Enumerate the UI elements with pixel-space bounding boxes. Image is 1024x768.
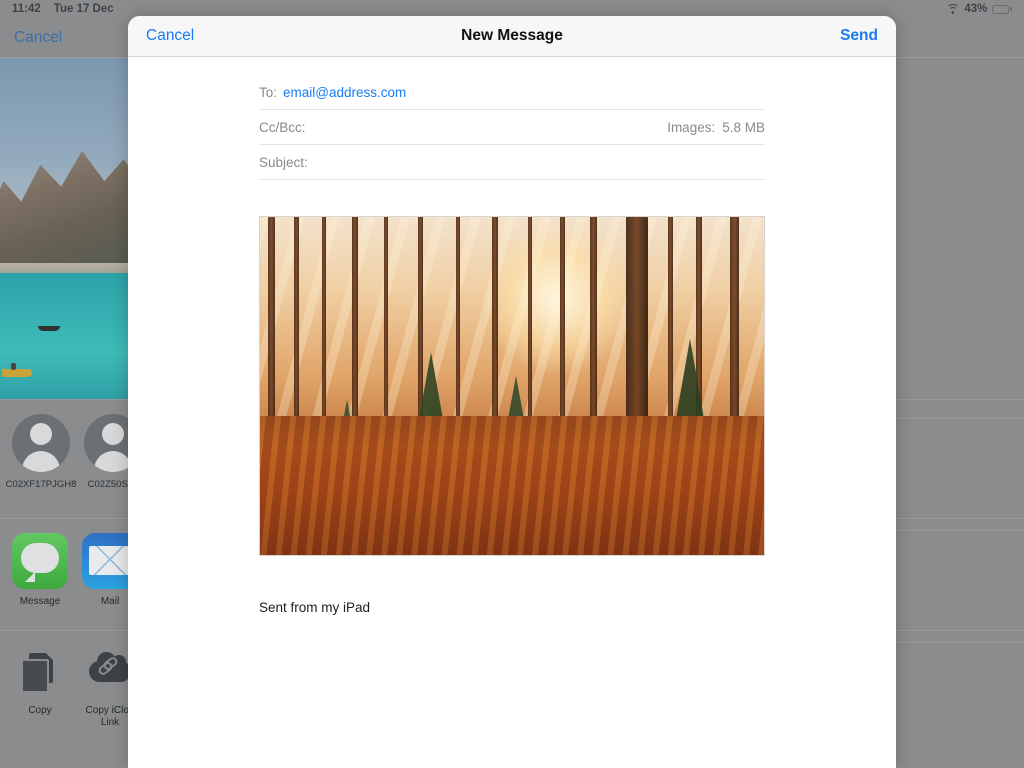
photo-thumbnail[interactable] bbox=[0, 58, 132, 399]
images-size-value: 5.8 MB bbox=[722, 119, 765, 135]
signature-text[interactable]: Sent from my iPad bbox=[128, 556, 896, 615]
new-message-compose-sheet: Cancel New Message Send To: email@addres… bbox=[128, 16, 896, 768]
wifi-icon bbox=[946, 4, 960, 14]
share-sheet-row bbox=[890, 530, 1024, 642]
cancel-button[interactable]: Cancel bbox=[146, 27, 194, 45]
subject-field-row[interactable]: Subject: bbox=[259, 145, 765, 180]
share-app-label: Message bbox=[19, 596, 61, 607]
share-sheet-row bbox=[890, 642, 1024, 754]
ccbcc-field-label: Cc/Bcc: bbox=[259, 119, 306, 135]
airdrop-contact[interactable]: C02XF17PJGH8 bbox=[4, 414, 78, 490]
subject-field-label: Subject: bbox=[259, 154, 308, 170]
share-sheet-cancel-button[interactable]: Cancel bbox=[14, 29, 62, 47]
compose-header: Cancel New Message Send bbox=[128, 16, 896, 57]
to-field-row[interactable]: To: email@address.com bbox=[259, 75, 765, 110]
images-size-indicator: Images: 5.8 MB bbox=[667, 120, 765, 135]
send-button[interactable]: Send bbox=[840, 27, 878, 45]
status-bar-date: Tue 17 Dec bbox=[53, 3, 114, 15]
ccbcc-field-row[interactable]: Cc/Bcc: Images: 5.8 MB bbox=[259, 110, 765, 145]
to-field-label: To: bbox=[259, 84, 278, 100]
airdrop-contact-name: C02XF17PJGH8 bbox=[5, 479, 77, 490]
copy-icon bbox=[13, 645, 67, 699]
ipad-screen: 11:42 Tue 17 Dec 43% Cancel C02XF17PJGH8… bbox=[0, 0, 1024, 768]
images-label: Images: bbox=[667, 119, 716, 135]
status-bar: 11:42 Tue 17 Dec 43% bbox=[0, 0, 1024, 18]
share-action-copy[interactable]: Copy bbox=[1, 645, 79, 717]
battery-icon bbox=[992, 4, 1012, 14]
messages-app-icon bbox=[12, 533, 68, 589]
compose-fields: To: email@address.com Cc/Bcc: Images: 5.… bbox=[128, 57, 896, 180]
status-bar-time: 11:42 bbox=[12, 3, 41, 15]
embedded-photo[interactable] bbox=[259, 216, 765, 556]
to-field-value[interactable]: email@address.com bbox=[283, 85, 406, 100]
share-action-label: Copy bbox=[28, 705, 52, 716]
share-sheet-row bbox=[890, 418, 1024, 530]
battery-percent-label: 43% bbox=[964, 3, 988, 15]
page-title: New Message bbox=[461, 27, 563, 44]
compose-body[interactable] bbox=[128, 180, 896, 556]
share-app-message[interactable]: Message bbox=[1, 533, 79, 607]
person-avatar-icon bbox=[12, 414, 70, 472]
share-sheet-right-rows bbox=[890, 418, 1024, 754]
